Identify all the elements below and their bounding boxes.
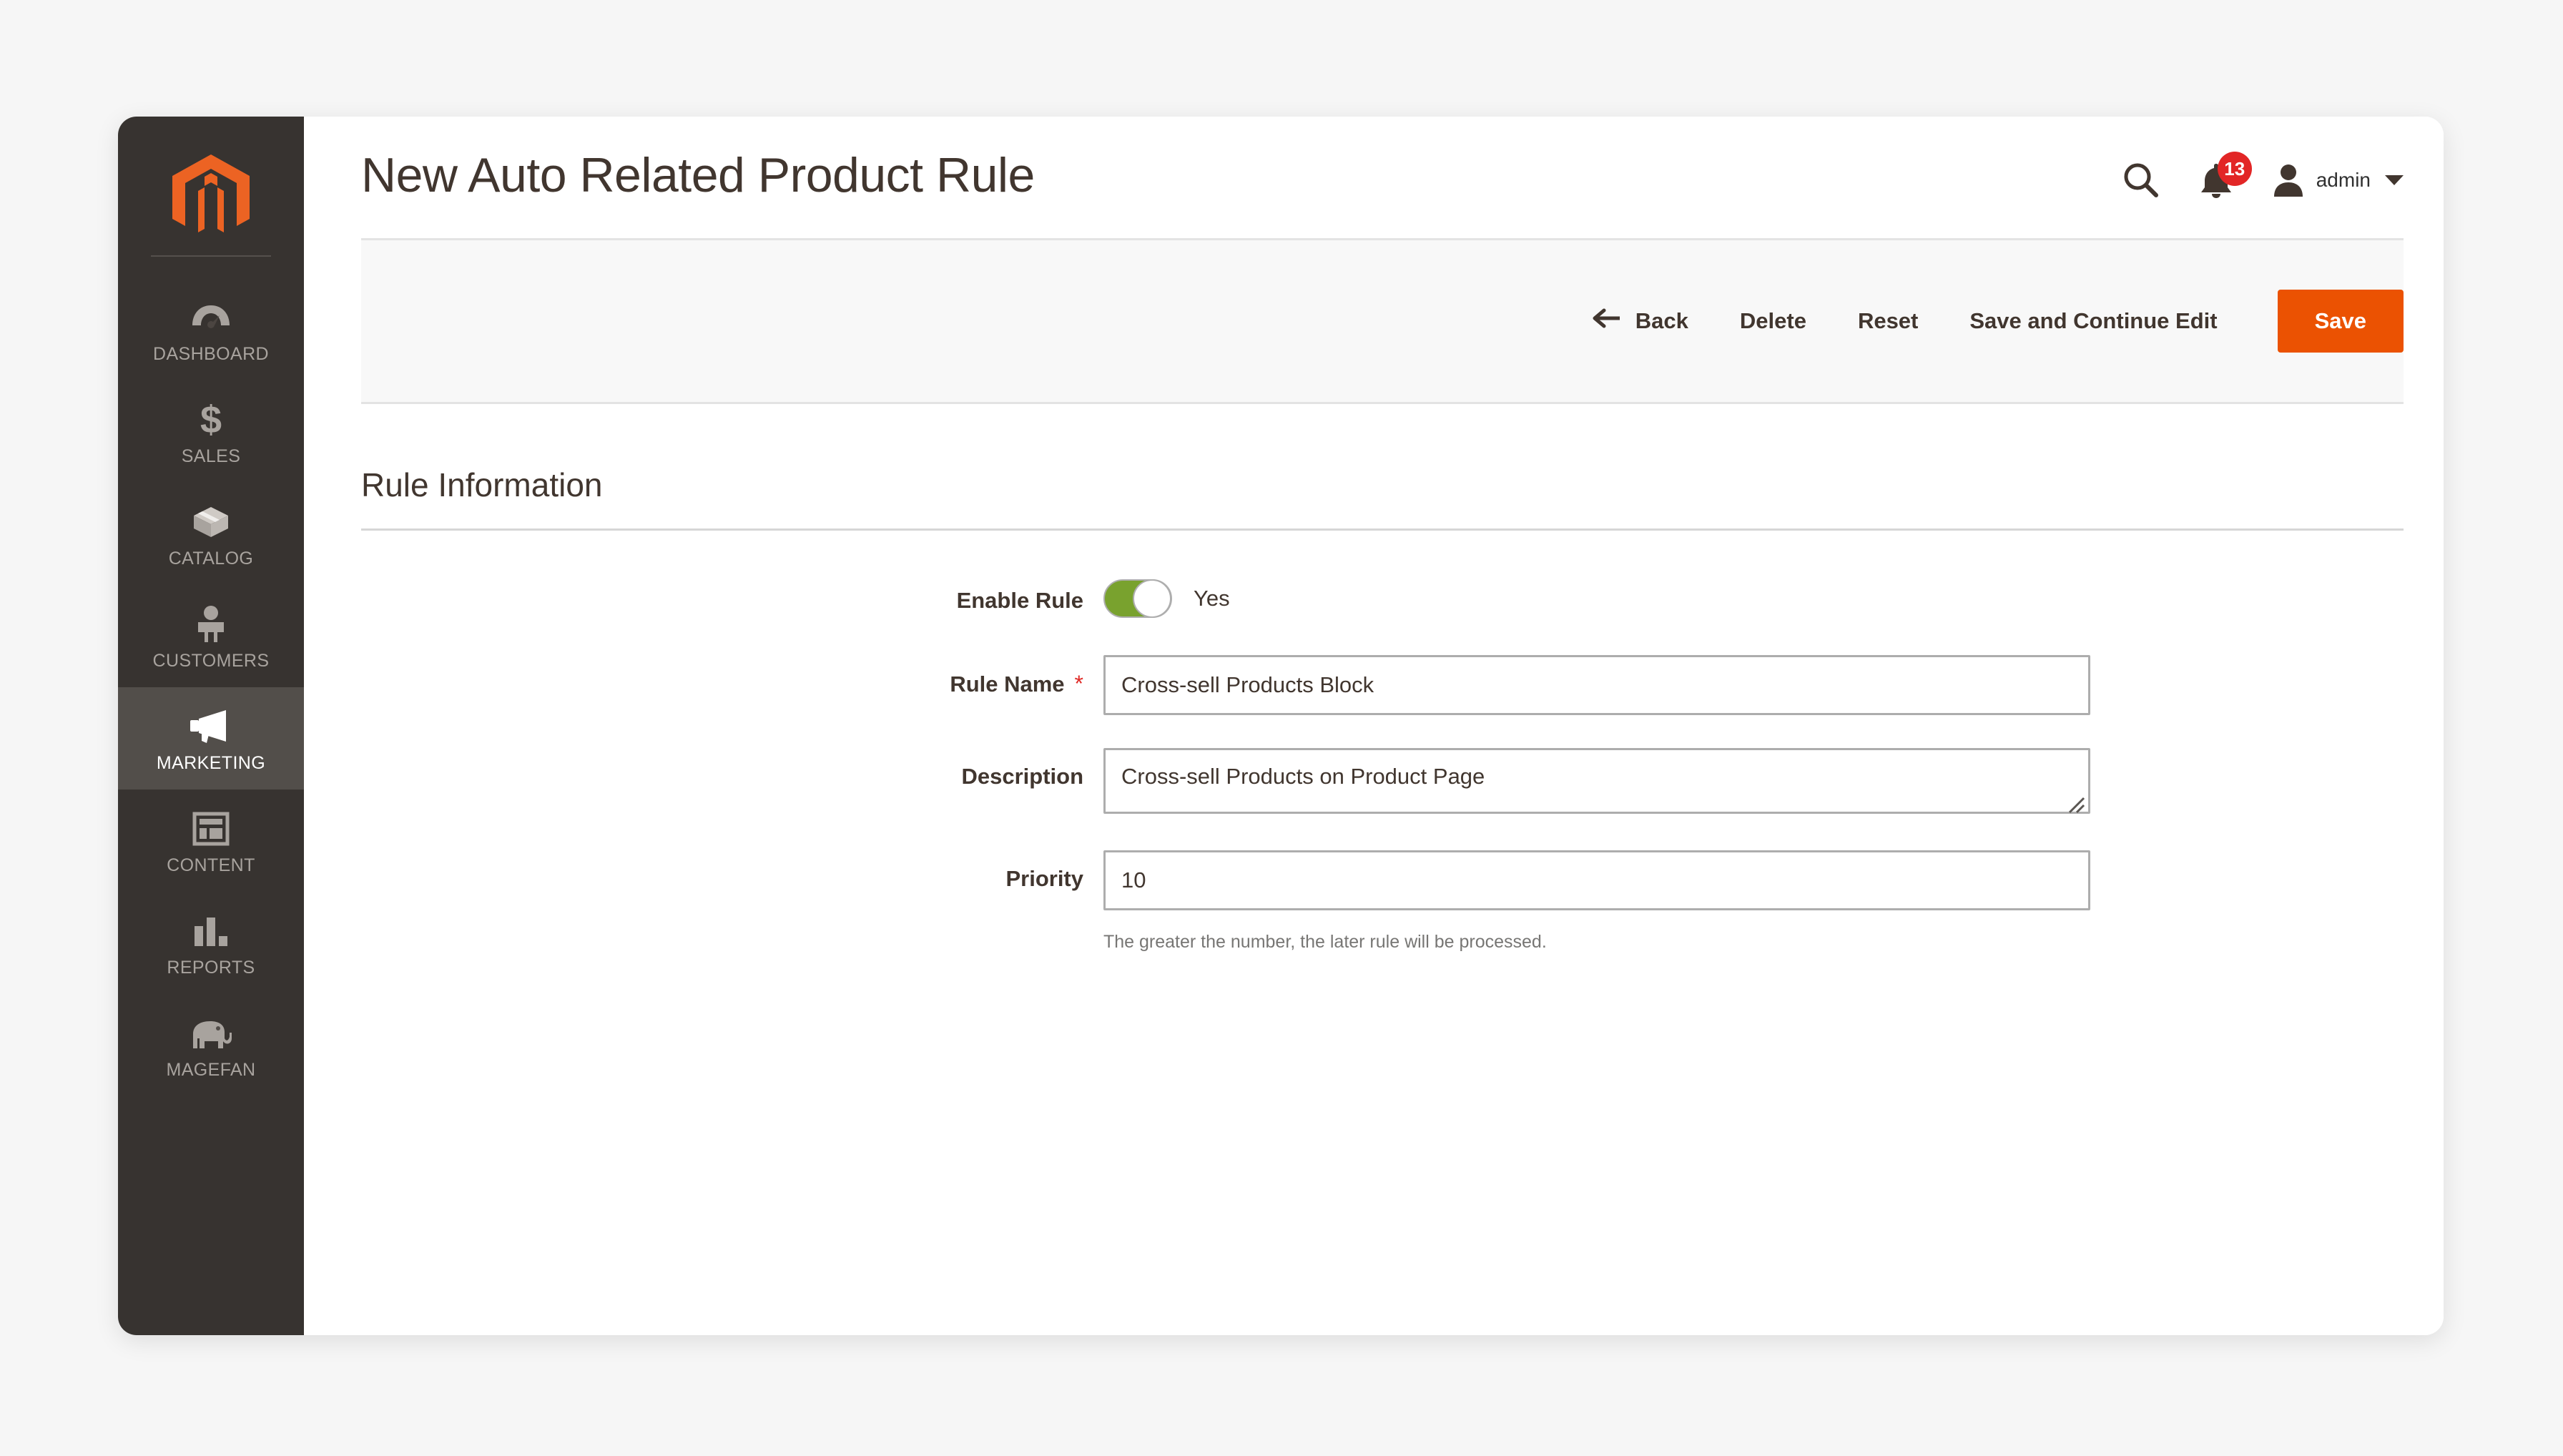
- rule-information-section: Rule Information Enable Rule Yes: [304, 404, 2444, 953]
- save-and-continue-edit-button[interactable]: Save and Continue Edit: [1944, 308, 2243, 334]
- sidebar-item-label: CUSTOMERS: [122, 651, 300, 672]
- enable-rule-toggle[interactable]: [1103, 579, 1172, 618]
- back-button[interactable]: Back: [1591, 308, 1714, 335]
- sidebar-item-label: MAGEFAN: [122, 1060, 300, 1081]
- dollar-icon: $: [122, 399, 300, 441]
- field-row-rule-name: Rule Name *: [361, 655, 2404, 715]
- sidebar-item-reports[interactable]: REPORTS: [118, 892, 304, 994]
- enable-rule-field: Yes: [1103, 578, 2404, 618]
- description-field: [1103, 748, 2404, 817]
- sidebar-item-sales[interactable]: $ SALES: [118, 380, 304, 483]
- magento-logo-glyph: [172, 154, 250, 240]
- bar-chart-icon: [122, 910, 300, 952]
- sidebar-item-content[interactable]: CONTENT: [118, 790, 304, 892]
- delete-button[interactable]: Delete: [1714, 308, 1832, 334]
- toggle-knob: [1133, 579, 1171, 618]
- description-textarea[interactable]: [1103, 748, 2090, 814]
- admin-window: DASHBOARD $ SALES CATALOG: [118, 117, 2444, 1335]
- sidebar-item-label: CONTENT: [122, 855, 300, 876]
- rule-name-label: Rule Name *: [361, 655, 1103, 697]
- save-button[interactable]: Save: [2278, 290, 2404, 353]
- priority-input[interactable]: [1103, 850, 2090, 910]
- notifications-button[interactable]: 13: [2199, 162, 2233, 199]
- sidebar-item-catalog[interactable]: CATALOG: [118, 483, 304, 585]
- main-content: New Auto Related Product Rule 13: [304, 117, 2444, 1335]
- back-button-label: Back: [1635, 308, 1688, 334]
- field-row-description: Description: [361, 748, 2404, 817]
- required-marker: *: [1075, 671, 1083, 697]
- search-button[interactable]: [2122, 161, 2160, 200]
- sidebar-item-magefan[interactable]: MAGEFAN: [118, 994, 304, 1096]
- person-icon: [122, 604, 300, 645]
- layout-icon: [122, 808, 300, 850]
- chevron-down-icon: [2385, 175, 2404, 185]
- priority-label: Priority: [361, 850, 1103, 892]
- user-menu[interactable]: admin: [2272, 162, 2404, 198]
- sidebar-divider: [151, 255, 271, 257]
- box-icon: [122, 501, 300, 543]
- action-toolbar: Back Delete Reset Save and Continue Edit…: [361, 238, 2404, 404]
- rule-information-form: Enable Rule Yes Rule Name *: [361, 531, 2404, 953]
- arrow-left-icon: [1591, 308, 1621, 335]
- sidebar-item-label: SALES: [122, 446, 300, 467]
- megaphone-icon: [122, 706, 300, 747]
- page-title: New Auto Related Product Rule: [361, 151, 1035, 200]
- rule-name-input[interactable]: [1103, 655, 2090, 715]
- svg-text:$: $: [200, 400, 222, 440]
- priority-field: The greater the number, the later rule w…: [1103, 850, 2404, 953]
- sidebar-item-label: REPORTS: [122, 958, 300, 978]
- field-row-enable-rule: Enable Rule Yes: [361, 578, 2404, 618]
- sidebar: DASHBOARD $ SALES CATALOG: [118, 117, 304, 1335]
- enable-rule-value: Yes: [1194, 586, 1230, 611]
- sidebar-item-dashboard[interactable]: DASHBOARD: [118, 278, 304, 380]
- sidebar-item-label: MARKETING: [122, 753, 300, 774]
- notifications-badge: 13: [2218, 152, 2252, 186]
- header-actions: 13 admin: [2122, 151, 2404, 200]
- sidebar-item-marketing[interactable]: MARKETING: [118, 687, 304, 790]
- reset-button[interactable]: Reset: [1832, 308, 1944, 334]
- description-label: Description: [361, 748, 1103, 790]
- sidebar-item-label: DASHBOARD: [122, 344, 300, 365]
- rule-name-field: [1103, 655, 2404, 715]
- page-header: New Auto Related Product Rule 13: [304, 117, 2444, 238]
- sidebar-item-label: CATALOG: [122, 549, 300, 569]
- user-name: admin: [2316, 169, 2371, 192]
- rule-name-label-text: Rule Name: [950, 672, 1064, 697]
- elephant-icon: [122, 1013, 300, 1054]
- section-title: Rule Information: [361, 404, 2404, 528]
- user-avatar-icon: [2272, 162, 2305, 198]
- field-row-priority: Priority The greater the number, the lat…: [361, 850, 2404, 953]
- magento-logo-icon[interactable]: [118, 144, 304, 251]
- search-icon: [2122, 161, 2160, 200]
- priority-note: The greater the number, the later rule w…: [1103, 910, 2404, 953]
- gauge-icon: [122, 297, 300, 338]
- sidebar-item-customers[interactable]: CUSTOMERS: [118, 585, 304, 687]
- enable-rule-label: Enable Rule: [361, 578, 1103, 614]
